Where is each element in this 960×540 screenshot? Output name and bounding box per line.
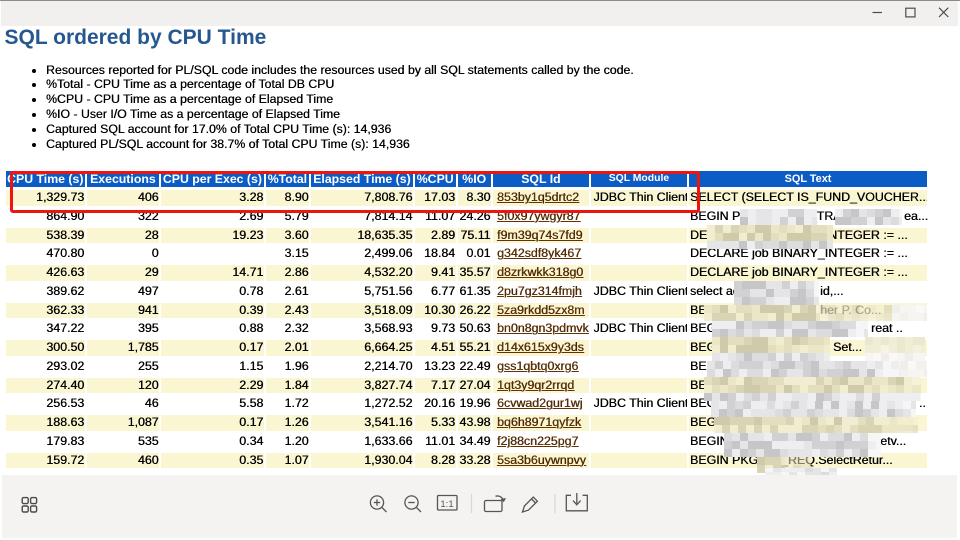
svg-text:1:1: 1:1 [440,499,453,510]
